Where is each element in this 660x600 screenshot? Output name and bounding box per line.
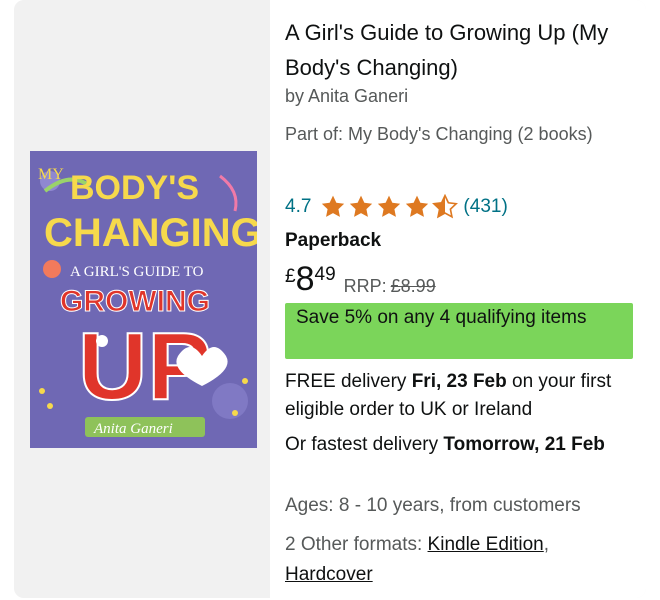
format-separator: , bbox=[543, 534, 550, 555]
rrp-label: RRP: bbox=[343, 276, 387, 296]
hardcover-link[interactable]: Hardcover bbox=[285, 564, 373, 585]
author-byline[interactable]: by Anita Ganeri bbox=[285, 86, 408, 107]
review-count[interactable]: (431) bbox=[463, 196, 507, 218]
price-whole: 8 bbox=[295, 260, 315, 298]
star-icon bbox=[350, 195, 373, 217]
format-label: Paperback bbox=[285, 230, 382, 251]
star-icon bbox=[378, 195, 401, 217]
delivery-info: FREE delivery Fri, 23 Feb on your first … bbox=[285, 368, 630, 424]
kindle-edition-link[interactable]: Kindle Edition bbox=[428, 534, 544, 555]
other-formats-label: 2 Other formats: bbox=[285, 534, 428, 555]
fastest-prefix: Or fastest delivery bbox=[285, 434, 444, 455]
product-title[interactable]: A Girl's Guide to Growing Up (My Body's … bbox=[285, 15, 625, 85]
cover-title-line2: CHANGING bbox=[44, 211, 257, 255]
cover-line1-prefix: MY bbox=[38, 166, 64, 183]
delivery-date: Fri, 23 Feb bbox=[411, 371, 507, 392]
promo-text: Save 5% on any 4 qualifying items bbox=[296, 307, 587, 328]
rating-row[interactable]: 4.7 (431) bbox=[285, 193, 508, 221]
cover-subtitle: A GIRL'S GUIDE TO bbox=[70, 264, 204, 280]
book-cover-image[interactable]: MY BODY'S CHANGING A GIRL'S GUIDE TO GRO… bbox=[30, 151, 257, 448]
other-formats: 2 Other formats: Kindle Edition, Hardcov… bbox=[285, 530, 630, 590]
cover-title-line1: BODY'S bbox=[70, 169, 199, 207]
price: £ 8 49 RRP: £8.99 bbox=[285, 260, 436, 298]
cover-author: Anita Ganeri bbox=[93, 421, 173, 437]
half-star-icon bbox=[432, 194, 459, 219]
star-icon bbox=[406, 195, 429, 217]
rrp-value: £8.99 bbox=[390, 276, 436, 296]
star-rating bbox=[319, 194, 459, 220]
fastest-date: Tomorrow, 21 Feb bbox=[443, 434, 605, 455]
star-icon bbox=[322, 195, 345, 217]
series-info[interactable]: Part of: My Body's Changing (2 books) bbox=[285, 120, 615, 148]
price-fraction: 49 bbox=[314, 264, 336, 285]
price-currency: £ bbox=[285, 266, 296, 287]
fastest-delivery-info: Or fastest delivery Tomorrow, 21 Feb bbox=[285, 431, 630, 459]
age-range: Ages: 8 - 10 years, from customers bbox=[285, 495, 581, 516]
delivery-prefix: FREE delivery bbox=[285, 371, 412, 392]
clock-icon bbox=[43, 260, 61, 278]
rating-value: 4.7 bbox=[285, 196, 312, 217]
promo-badge[interactable]: Save 5% on any 4 qualifying items bbox=[285, 303, 633, 359]
